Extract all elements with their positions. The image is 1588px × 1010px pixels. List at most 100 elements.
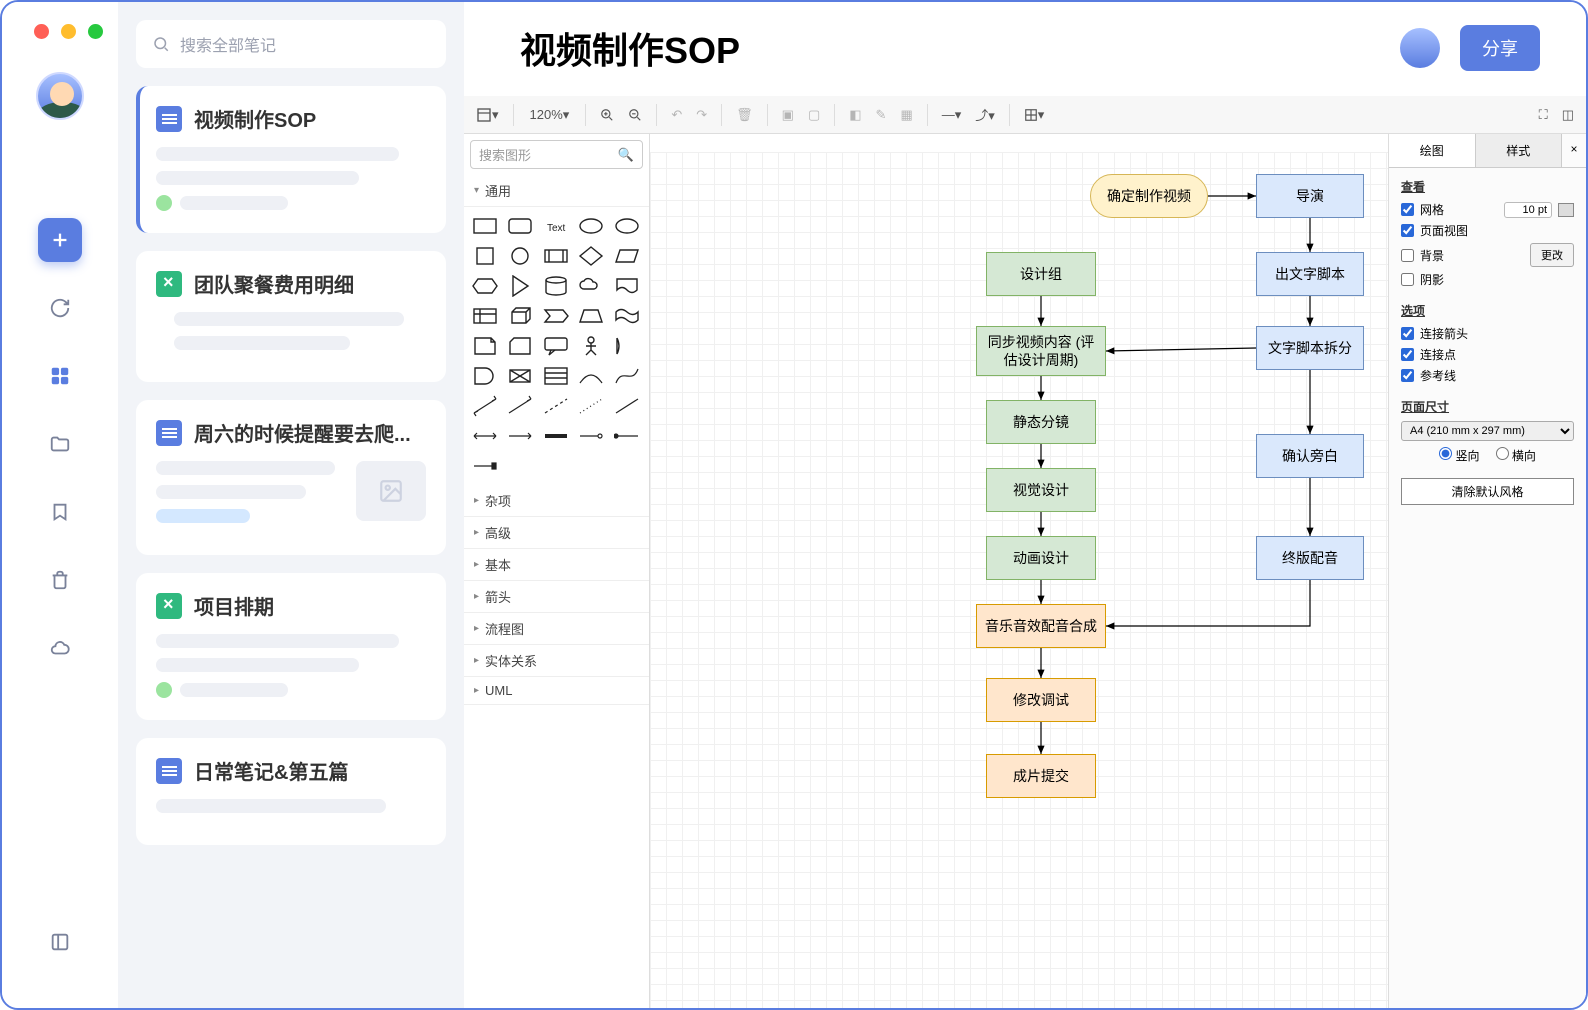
change-bg-button[interactable]: 更改 [1530,243,1574,267]
tab-draw[interactable]: 绘图 [1389,134,1476,167]
shape-cube[interactable] [507,305,533,327]
conn-arrow-checkbox[interactable] [1401,327,1414,340]
shape-data[interactable] [507,365,533,387]
shape-line-curve[interactable] [578,365,604,387]
panel-toggle-icon[interactable] [38,920,82,964]
flowchart-node[interactable]: 成片提交 [986,754,1096,798]
close-window[interactable] [34,24,49,39]
format-panel-toggle[interactable]: ◫ [1556,103,1580,127]
view-menu[interactable]: ▾ [470,103,505,127]
line-color-icon[interactable]: ✎ [870,103,893,127]
shape-line[interactable] [614,395,640,417]
zoom-out-icon[interactable] [622,104,648,126]
note-item[interactable]: 日常笔记&第五篇 [136,738,446,845]
shape-actor[interactable] [578,335,604,357]
user-avatar[interactable] [36,72,84,120]
collaborator-avatar[interactable] [1400,28,1440,68]
redo-icon[interactable]: ↷ [690,103,713,127]
page-size-select[interactable]: A4 (210 mm x 297 mm) [1401,421,1574,441]
to-front-icon[interactable]: ▣ [776,103,800,127]
shape-ellipse[interactable] [578,215,604,237]
shape-search-input[interactable]: 搜索图形 🔍 [470,140,643,169]
tab-style[interactable]: 样式 [1476,134,1563,167]
shape-internal[interactable] [472,305,498,327]
shape-category[interactable]: 实体关系 [464,645,649,677]
shape-line-s[interactable] [614,365,640,387]
background-checkbox[interactable] [1401,249,1414,262]
shape-link[interactable] [507,425,533,447]
shape-text[interactable]: Text [543,215,569,237]
shape-diamond[interactable] [578,245,604,267]
sync-icon[interactable] [38,286,82,330]
note-item[interactable]: 视频制作SOP [136,86,446,233]
shape-category[interactable]: 箭头 [464,581,649,613]
pageview-checkbox[interactable] [1401,224,1414,237]
shape-tri[interactable] [507,275,533,297]
to-back-icon[interactable]: ▢ [802,103,826,127]
grid-view-icon[interactable] [38,354,82,398]
minimize-window[interactable] [61,24,76,39]
flowchart-node[interactable]: 确定制作视频 [1090,174,1208,218]
close-panel-icon[interactable]: × [1562,134,1586,167]
shadow-checkbox[interactable] [1401,273,1414,286]
shape-and[interactable] [472,365,498,387]
shape-line-dot[interactable] [578,395,604,417]
shape-category[interactable]: 流程图 [464,613,649,645]
flowchart-node[interactable]: 同步视频内容 (评估设计周期) [976,326,1106,376]
shape-parallel[interactable] [614,245,640,267]
shape-link-bi[interactable] [472,425,498,447]
shape-callout[interactable] [543,335,569,357]
grid-checkbox[interactable] [1401,203,1414,216]
grid-size-input[interactable] [1504,202,1552,218]
shape-cloud[interactable] [578,275,604,297]
shape-trap[interactable] [578,305,604,327]
shape-rounded[interactable] [507,215,533,237]
trash-icon[interactable] [38,558,82,602]
shape-arrow-bi[interactable] [472,395,498,417]
zoom-select[interactable]: 120% ▾ [522,105,578,125]
shape-category[interactable]: 通用 [464,175,649,207]
shape-list[interactable] [543,365,569,387]
delete-icon[interactable]: 🗑 [730,103,759,127]
table-icon[interactable]: ▾ [1018,103,1051,127]
shape-card[interactable] [507,335,533,357]
bookmark-icon[interactable] [38,490,82,534]
diagram-canvas[interactable]: 确定制作视频导演设计组出文字脚本同步视频内容 (评估设计周期)文字脚本拆分静态分… [650,134,1388,1008]
note-item[interactable]: 周六的时候提醒要去爬... [136,400,446,555]
portrait-radio[interactable] [1439,447,1452,460]
maximize-window[interactable] [88,24,103,39]
shape-tape[interactable] [614,305,640,327]
note-item[interactable]: 项目排期 [136,573,446,720]
shape-category[interactable]: 基本 [464,549,649,581]
shape-connector2[interactable] [614,425,640,447]
fullscreen-icon[interactable]: ⛶ [1533,103,1554,127]
shape-ellipse2[interactable] [614,215,640,237]
new-note-button[interactable] [38,218,82,262]
shape-cyl[interactable] [543,275,569,297]
clear-style-button[interactable]: 清除默认风格 [1401,478,1574,505]
note-item[interactable]: 团队聚餐费用明细 [136,251,446,382]
shape-note[interactable] [472,335,498,357]
zoom-in-icon[interactable] [594,104,620,126]
cloud-icon[interactable] [38,626,82,670]
share-button[interactable]: 分享 [1460,25,1540,71]
shape-category[interactable]: UML [464,677,649,705]
shadow-icon[interactable]: ▦ [894,103,918,127]
shape-category[interactable]: 杂项 [464,485,649,517]
conn-point-checkbox[interactable] [1401,348,1414,361]
shape-doc[interactable] [614,275,640,297]
connection-icon[interactable]: —▾ [936,103,968,127]
folder-icon[interactable] [38,422,82,466]
shape-connector1[interactable] [578,425,604,447]
shape-or[interactable] [614,335,640,357]
shape-step[interactable] [543,305,569,327]
shape-square[interactable] [472,245,498,267]
shape-rect[interactable] [472,215,498,237]
guide-checkbox[interactable] [1401,369,1414,382]
shape-process[interactable] [543,245,569,267]
waypoint-icon[interactable]: ⤴▾ [969,101,1001,128]
shape-circle[interactable] [507,245,533,267]
shape-hex[interactable] [472,275,498,297]
search-input[interactable]: 搜索全部笔记 [136,20,446,68]
undo-icon[interactable]: ↶ [665,103,688,127]
